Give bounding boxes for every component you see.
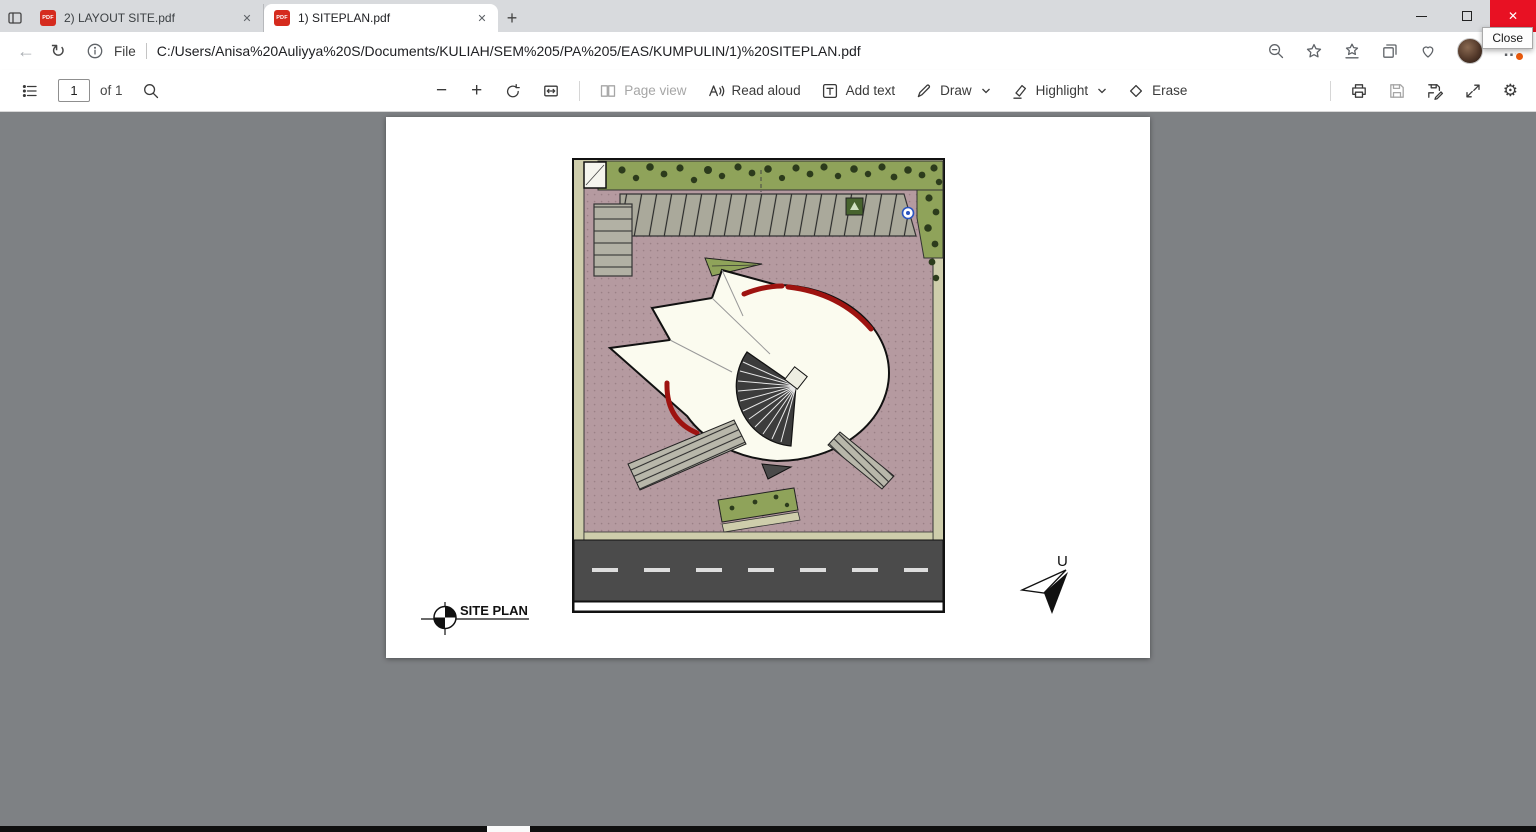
table-of-contents-button[interactable] <box>12 77 48 105</box>
zoom-in-button[interactable]: + <box>460 78 493 104</box>
address-bar: ← ↻ File C:/Users/Anisa%20Auliyya%20S/Do… <box>0 32 1536 70</box>
new-tab-button[interactable]: + <box>498 4 526 32</box>
highlight-button[interactable]: Highlight <box>1002 77 1117 105</box>
pdf-toolbar: of 1 − + Page view Read aloud Add text D… <box>0 70 1536 112</box>
taskbar-open-app[interactable] <box>487 826 530 832</box>
browser-essentials-button[interactable] <box>1419 42 1437 60</box>
collections-icon <box>1383 44 1397 58</box>
highlight-label: Highlight <box>1035 83 1089 98</box>
erase-button[interactable]: Erase <box>1118 77 1196 105</box>
chevron-down-icon[interactable] <box>981 86 991 96</box>
tab-label: 2) LAYOUT SITE.pdf <box>64 11 175 25</box>
add-text-label: Add text <box>845 83 896 98</box>
north-arrow: U <box>1019 553 1068 614</box>
title-block: SITE PLAN <box>421 602 529 635</box>
site-plan-drawing <box>572 158 945 613</box>
add-favorite-button[interactable] <box>1305 42 1323 60</box>
info-icon[interactable] <box>86 42 104 60</box>
save-button[interactable] <box>1379 77 1415 105</box>
minimize-button[interactable] <box>1398 0 1444 32</box>
road-shoulder <box>573 601 944 612</box>
star-icon <box>1306 43 1322 58</box>
maximize-icon <box>1462 11 1472 21</box>
avatar <box>1457 38 1483 64</box>
rotate-button[interactable] <box>495 77 531 105</box>
page-view-icon <box>601 84 616 97</box>
page-view-button[interactable]: Page view <box>590 77 695 105</box>
drawing-title: SITE PLAN <box>460 603 528 618</box>
url-text[interactable]: C:/Users/Anisa%20Auliyya%20S/Documents/K… <box>157 43 861 59</box>
pdf-file-icon: PDF <box>274 10 290 26</box>
favorites-button[interactable] <box>1343 42 1361 60</box>
close-tooltip: Close <box>1482 27 1533 49</box>
tab-close-icon[interactable]: ✕ <box>239 10 255 26</box>
read-aloud-icon <box>708 84 724 96</box>
save-as-pen-icon <box>1427 83 1443 100</box>
zoom-out-icon <box>1269 44 1284 59</box>
scheme-label: File <box>114 43 136 59</box>
minimize-icon <box>1415 15 1427 17</box>
page-number-input[interactable] <box>58 79 90 102</box>
toolbar-divider <box>1329 80 1331 101</box>
taskbar[interactable] <box>0 826 1536 832</box>
zoom-button[interactable] <box>1267 42 1285 60</box>
titlebar: PDF 2) LAYOUT SITE.pdf ✕ PDF 1) SITEPLAN… <box>0 0 1536 32</box>
draw-button[interactable]: Draw <box>906 77 1000 105</box>
notification-badge <box>1515 52 1524 61</box>
chevron-down-icon[interactable] <box>1097 86 1107 96</box>
favorites-bar-icon <box>1345 43 1359 59</box>
pdf-toolbar-center: − + Page view Read aloud Add text Draw H <box>425 70 1196 111</box>
read-aloud-button[interactable]: Read aloud <box>698 77 810 105</box>
draw-label: Draw <box>940 83 972 98</box>
find-in-document-button[interactable] <box>133 77 169 105</box>
fullscreen-button[interactable] <box>1455 77 1491 105</box>
page-count-label: of 1 <box>100 83 123 98</box>
collections-button[interactable] <box>1381 42 1399 60</box>
pdf-file-icon: PDF <box>40 10 56 26</box>
page-view-label: Page view <box>624 83 687 98</box>
add-text-icon <box>822 83 837 98</box>
tab-layout-site[interactable]: PDF 2) LAYOUT SITE.pdf ✕ <box>30 4 264 32</box>
tab-actions-icon <box>8 12 22 24</box>
refresh-button[interactable]: ↻ <box>42 35 74 67</box>
tab-siteplan-active[interactable]: PDF 1) SITEPLAN.pdf ✕ <box>264 4 498 32</box>
back-button[interactable]: ← <box>10 35 42 67</box>
save-as-button[interactable] <box>1417 77 1453 105</box>
side-parking <box>593 203 633 277</box>
url-divider <box>145 43 147 59</box>
toolbar-divider <box>579 80 581 101</box>
north-label: U <box>1057 553 1068 570</box>
tab-actions-button[interactable] <box>0 4 30 32</box>
fit-width-icon <box>544 85 559 96</box>
rotate-icon <box>507 83 521 97</box>
add-text-button[interactable]: Add text <box>812 77 905 105</box>
pdf-page: SITE PLAN U <box>386 117 1150 658</box>
omnibox[interactable]: File C:/Users/Anisa%20Auliyya%20S/Docume… <box>86 42 1267 60</box>
highlighter-icon <box>1012 84 1026 99</box>
tab-label: 1) SITEPLAN.pdf <box>298 11 391 25</box>
print-button[interactable] <box>1341 77 1377 105</box>
pdf-toolbar-left: of 1 <box>0 77 169 105</box>
pdf-settings-button[interactable]: ⚙ <box>1493 79 1528 103</box>
pdf-content-area[interactable]: SITE PLAN U <box>0 112 1536 826</box>
profile-button[interactable] <box>1457 38 1483 64</box>
fullscreen-icon <box>1466 84 1480 97</box>
heart-icon <box>1422 46 1434 58</box>
toc-icon <box>22 84 37 97</box>
pdf-toolbar-right: ⚙ <box>1322 70 1528 111</box>
read-aloud-label: Read aloud <box>731 83 801 98</box>
parking-stalls <box>619 193 917 237</box>
tab-close-icon[interactable]: ✕ <box>474 10 490 26</box>
erase-label: Erase <box>1152 83 1188 98</box>
save-icon <box>1389 83 1404 98</box>
fit-to-width-button[interactable] <box>533 77 569 105</box>
eraser-icon <box>1130 84 1143 97</box>
zoom-out-button[interactable]: − <box>425 78 458 104</box>
search-icon <box>143 83 158 98</box>
draw-pen-icon <box>917 83 931 97</box>
print-icon <box>1351 83 1366 98</box>
